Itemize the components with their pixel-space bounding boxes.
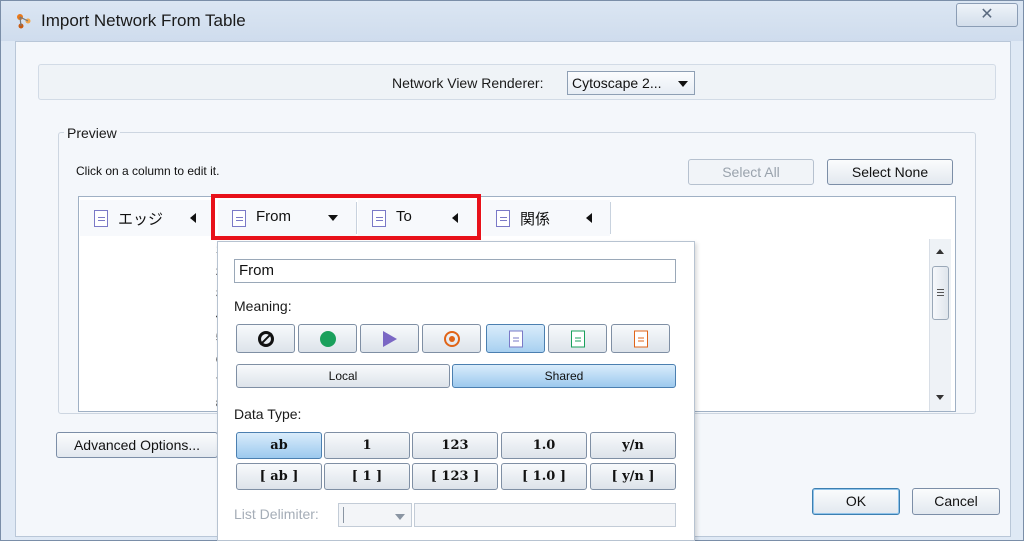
chevron-down-icon (678, 81, 688, 87)
column-name: エッジ (118, 211, 164, 228)
meaning-target-node-button[interactable] (422, 324, 481, 353)
chevron-left-icon (586, 213, 592, 223)
select-none-button[interactable]: Select None (827, 159, 953, 185)
list-delimiter-input (414, 503, 676, 527)
type-double-list-button[interactable]: [ 1.0 ] (501, 463, 587, 490)
target-node-icon (443, 330, 460, 347)
column-header-edge[interactable]: エッジ (80, 200, 212, 236)
cancel-button[interactable]: Cancel (912, 488, 1000, 515)
text-caret (343, 507, 344, 523)
renderer-select-value: Cytoscape 2... (572, 75, 662, 91)
scroll-down-arrow-icon[interactable] (936, 395, 944, 400)
column-editor-popup: From Meaning: Local Shared Data Type: ab… (217, 241, 695, 541)
type-boolean-list-button[interactable]: [ y/n ] (590, 463, 676, 490)
source-node-attribute-icon (570, 330, 585, 347)
ignore-icon (257, 330, 274, 347)
type-string-list-button[interactable]: [ ab ] (236, 463, 322, 490)
type-boolean-button[interactable]: y/n (590, 432, 676, 459)
data-type-label: Data Type: (234, 406, 302, 422)
meaning-source-attribute-button[interactable] (548, 324, 607, 353)
meaning-label: Meaning: (234, 298, 292, 314)
meaning-target-attribute-button[interactable] (611, 324, 670, 353)
renderer-label: Network View Renderer: (392, 75, 544, 91)
scope-local-button[interactable]: Local (236, 364, 450, 388)
column-divider (610, 202, 611, 234)
edge-attribute-icon (94, 210, 108, 227)
type-string-button[interactable]: ab (236, 432, 322, 459)
column-header-relation[interactable]: 関係 (482, 200, 610, 236)
close-button[interactable]: ✕ (956, 3, 1018, 27)
type-long-list-button[interactable]: [ 123 ] (412, 463, 498, 490)
meaning-source-node-button[interactable] (298, 324, 357, 353)
edge-attribute-icon (508, 330, 523, 347)
preview-hint: Click on a column to edit it. (76, 164, 220, 178)
scrollbar-thumb[interactable] (932, 266, 949, 320)
column-name: 関係 (520, 211, 551, 228)
vertical-scrollbar[interactable] (929, 239, 951, 411)
scope-shared-button[interactable]: Shared (452, 364, 676, 388)
renderer-select[interactable]: Cytoscape 2... (567, 71, 695, 95)
list-delimiter-select (338, 503, 412, 527)
type-long-button[interactable]: 123 (412, 432, 498, 459)
type-integer-button[interactable]: 1 (324, 432, 410, 459)
meaning-edge-attribute-button[interactable] (486, 324, 545, 353)
column-name-input[interactable]: From (234, 259, 676, 283)
grip-icon (937, 289, 944, 290)
meaning-interaction-button[interactable] (360, 324, 419, 353)
source-node-icon (319, 330, 336, 347)
chevron-left-icon (190, 213, 196, 223)
ok-button[interactable]: OK (812, 488, 900, 515)
interaction-icon (382, 330, 397, 347)
type-double-button[interactable]: 1.0 (501, 432, 587, 459)
advanced-options-button[interactable]: Advanced Options... (56, 432, 218, 458)
type-integer-list-button[interactable]: [ 1 ] (324, 463, 410, 490)
target-node-attribute-icon (633, 330, 648, 347)
select-all-button[interactable]: Select All (688, 159, 814, 185)
preview-group-label: Preview (64, 125, 120, 141)
meaning-ignore-button[interactable] (236, 324, 295, 353)
chevron-down-icon (395, 514, 405, 520)
list-delimiter-label: List Delimiter: (234, 506, 319, 522)
title-bar: Import Network From Table ✕ (1, 1, 1023, 41)
scroll-up-arrow-icon[interactable] (936, 249, 944, 254)
renderer-panel: Network View Renderer: Cytoscape 2... (38, 64, 996, 100)
highlight-annotation (211, 194, 481, 240)
edge-attribute-icon (496, 210, 510, 227)
window-title: Import Network From Table (41, 11, 246, 30)
cytoscape-app-icon (17, 14, 31, 29)
import-network-dialog: Import Network From Table ✕ Network View… (0, 0, 1024, 541)
